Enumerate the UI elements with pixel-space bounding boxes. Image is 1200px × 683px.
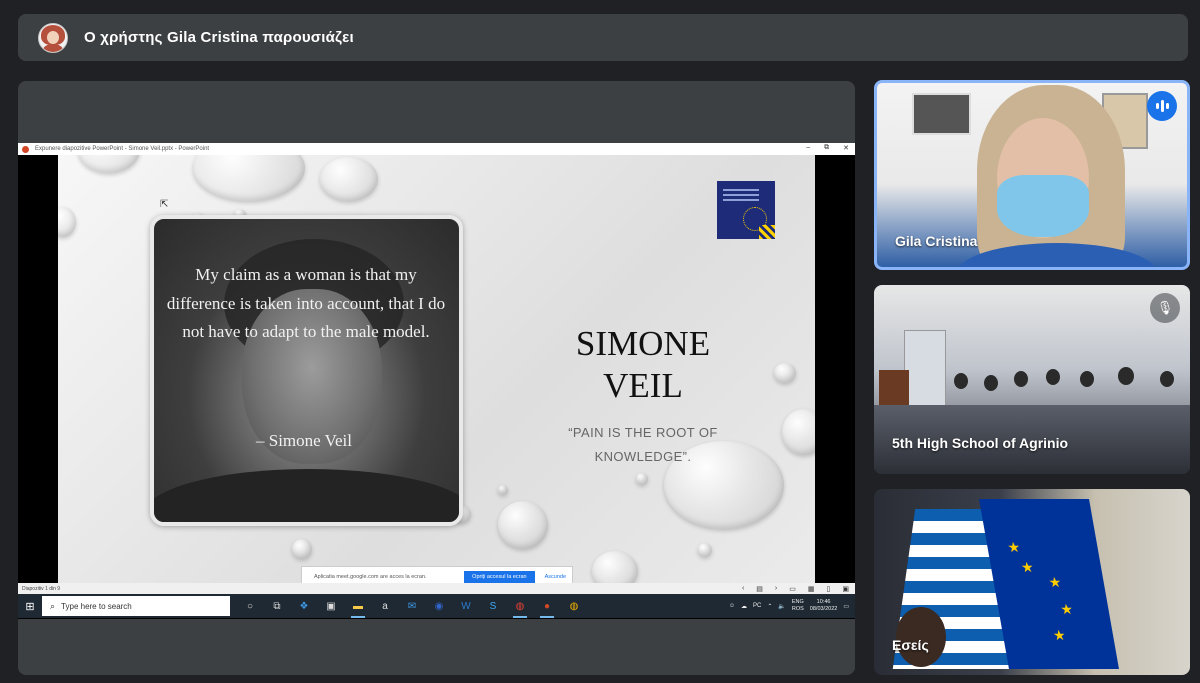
water-drop: [498, 485, 508, 495]
quote-text: My claim as a woman is that my differenc…: [166, 265, 446, 341]
water-drop: [498, 501, 548, 549]
student-head: [984, 375, 998, 391]
slideshow-view-icon[interactable]: ▣: [842, 585, 849, 593]
cortana-icon[interactable]: ○: [240, 596, 260, 616]
water-drop: [78, 155, 140, 173]
slide: ⇱ My claim as a woman is that my differe…: [58, 155, 815, 583]
normal-view-icon[interactable]: ▭: [789, 585, 796, 593]
chrome-icon[interactable]: ◍: [510, 596, 530, 618]
taskbar-search-placeholder: Type here to search: [61, 601, 132, 611]
presenting-text: Ο χρήστης Gila Cristina παρουσιάζει: [84, 29, 354, 46]
powerpoint-taskbar-icon[interactable]: ●: [537, 596, 557, 618]
windows-start-icon[interactable]: ⊞: [18, 594, 42, 618]
language-top: ENG: [791, 599, 804, 605]
slide-counter: Diapozitiv 1 din 9: [22, 585, 61, 592]
previous-slide-icon[interactable]: ‹: [742, 585, 744, 593]
next-slide-icon[interactable]: ›: [775, 585, 777, 593]
participant-tile-school[interactable]: 🎙 5th High School of Agrinio: [874, 285, 1190, 474]
water-drop: [320, 157, 378, 201]
quote-author: – Simone Veil: [255, 431, 353, 450]
slide-title-line2: VEIL: [603, 366, 683, 405]
screen-share-notification-text: Aplicatia meet.google.com are acces la e…: [314, 574, 427, 580]
chrome-profile-icon[interactable]: ◍: [564, 596, 584, 616]
taskbar-search[interactable]: ⌕ Type here to search: [42, 596, 230, 616]
water-drop: [592, 551, 638, 583]
participant-name: Gila Cristina: [895, 233, 978, 249]
speaking-indicator-icon: [1147, 91, 1177, 121]
powerpoint-window-title: Expunere diapozitive PowerPoint - Simone…: [35, 146, 210, 152]
tray-label: PC: [753, 603, 762, 609]
slide-title: SIMONE VEIL: [528, 323, 758, 407]
portrait-body: [154, 469, 459, 522]
participant-tile-gila[interactable]: Gila Cristina: [874, 80, 1190, 270]
slide-title-line1: SIMONE: [575, 324, 711, 363]
erasmus-logo: [717, 181, 775, 239]
water-drop: [193, 155, 305, 201]
mic-off-icon: 🎙: [1150, 293, 1180, 323]
task-view-icon[interactable]: ⧉: [267, 596, 287, 616]
powerpoint-titlebar: Expunere diapozitive PowerPoint - Simone…: [18, 143, 855, 155]
student-head: [1160, 371, 1174, 387]
water-drop: [782, 409, 815, 455]
presenter-avatar: [38, 22, 68, 53]
presenting-banner: Ο χρήστης Gila Cristina παρουσιάζει: [18, 14, 1188, 61]
skype-icon[interactable]: S: [483, 596, 503, 616]
student-head: [1046, 369, 1060, 385]
mail-icon[interactable]: ✉: [402, 596, 422, 616]
clock-date: 08/03/2022: [809, 606, 838, 612]
people-icon[interactable]: ☺: [729, 603, 735, 609]
water-drop: [636, 473, 648, 485]
amazon-icon[interactable]: a: [375, 596, 395, 616]
participant-tile-self[interactable]: ★ ★ ★ ★ ★ Εσείς: [874, 489, 1190, 675]
file-explorer-icon[interactable]: ▬: [348, 596, 368, 618]
water-drop: [698, 543, 712, 557]
slide-menu-icon[interactable]: ▤: [756, 585, 763, 593]
apps-icon[interactable]: ▣: [321, 596, 341, 616]
shared-screen: Expunere diapozitive PowerPoint - Simone…: [18, 143, 855, 619]
edge-icon[interactable]: ◉: [429, 596, 449, 616]
onedrive-icon[interactable]: ☁: [741, 603, 747, 610]
dropbox-icon[interactable]: ❖: [294, 596, 314, 616]
notifications-icon[interactable]: ▭: [843, 603, 849, 610]
taskbar-clock[interactable]: 10:46 08/03/2022: [810, 599, 838, 613]
language-bottom: ROS: [791, 606, 804, 612]
water-drop: [58, 207, 76, 237]
student-head: [1118, 367, 1134, 385]
mouse-cursor-icon: ⇱: [160, 199, 169, 210]
system-tray: ☺ ☁ PC ⌃ 🔈 ENG ROS 10:46 08/03/2022 ▭: [729, 599, 849, 613]
windows-taskbar: ⊞ ⌕ Type here to search ○ ⧉ ❖ ▣ ▬ a ✉ ◉ …: [18, 594, 855, 618]
minimize-button[interactable]: –: [806, 144, 810, 152]
student-head: [1014, 371, 1028, 387]
presentation-stage[interactable]: Expunere diapozitive PowerPoint - Simone…: [18, 81, 855, 675]
close-button[interactable]: ✕: [843, 144, 849, 152]
language-indicator[interactable]: ENG ROS: [792, 599, 804, 613]
water-drop: [292, 539, 312, 559]
participant-name: 5th High School of Agrinio: [892, 435, 1069, 451]
slide-subtitle: “PAIN IS THE ROOT OF KNOWLEDGE”.: [568, 425, 718, 464]
reading-view-icon[interactable]: ▯: [827, 585, 831, 593]
restore-button[interactable]: ⧉: [824, 144, 829, 152]
powerpoint-status-bar: Diapozitiv 1 din 9 ‹ ▤ › ▭ ▦ ▯ ▣: [18, 583, 855, 594]
wall-picture: [912, 93, 971, 135]
sorter-view-icon[interactable]: ▦: [808, 585, 815, 593]
participant-name: Εσείς: [892, 637, 929, 653]
student-head: [1080, 371, 1094, 387]
clock-time: 10:46: [816, 599, 831, 605]
student-head: [954, 373, 968, 389]
stop-sharing-button[interactable]: Opriți accesul la ecran: [464, 571, 535, 583]
word-icon[interactable]: W: [456, 596, 476, 616]
show-hidden-icons-icon[interactable]: ⌃: [767, 603, 772, 610]
water-drop: [774, 363, 796, 383]
quote-card: My claim as a woman is that my differenc…: [150, 215, 463, 526]
speaker-mask: [997, 175, 1089, 237]
hide-notification-button[interactable]: Ascunde: [545, 574, 566, 580]
volume-icon[interactable]: 🔈: [778, 603, 785, 610]
search-icon: ⌕: [50, 600, 56, 611]
powerpoint-icon: [22, 145, 29, 153]
